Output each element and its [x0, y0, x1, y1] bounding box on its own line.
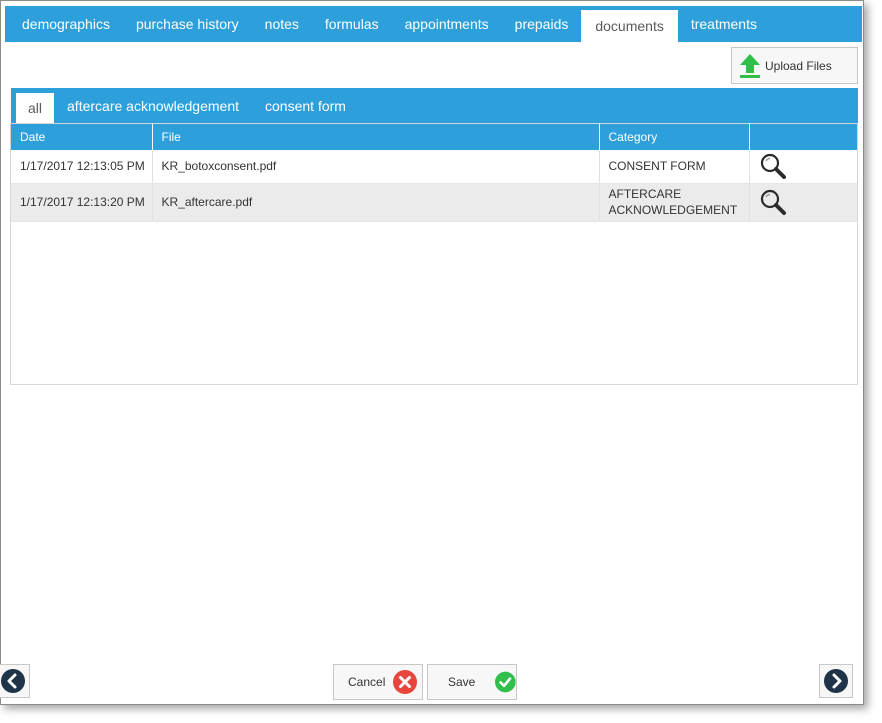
tab-purchase-history[interactable]: purchase history — [123, 6, 252, 42]
document-filter-tabs: all aftercare acknowledgement consent fo… — [11, 88, 858, 123]
subtab-consent-form[interactable]: consent form — [252, 88, 359, 123]
documents-table: Date File Category 1/17/2017 12:13:05 PM… — [11, 124, 857, 222]
next-button[interactable] — [819, 664, 853, 698]
upload-files-label: Upload Files — [765, 58, 832, 73]
table-row[interactable]: 1/17/2017 12:13:05 PM KR_botoxconsent.pd… — [11, 150, 857, 184]
magnifier-icon[interactable] — [759, 188, 787, 216]
row-file: KR_botoxconsent.pdf — [152, 150, 600, 184]
tab-appointments[interactable]: appointments — [392, 6, 502, 42]
row-date: 1/17/2017 12:13:05 PM — [11, 150, 153, 184]
client-window: demographics purchase history notes form… — [0, 0, 864, 705]
tab-formulas[interactable]: formulas — [312, 6, 392, 42]
subtab-all[interactable]: all — [16, 93, 55, 123]
upload-files-button[interactable]: Upload Files — [731, 47, 858, 84]
cancel-button[interactable]: Cancel — [333, 664, 423, 700]
tab-notes[interactable]: notes — [252, 6, 312, 42]
row-file: KR_aftercare.pdf — [152, 183, 600, 222]
checkmark-icon — [495, 671, 516, 693]
save-button[interactable]: Save — [427, 664, 517, 700]
main-tab-bar: demographics purchase history notes form… — [5, 6, 862, 42]
row-date: 1/17/2017 12:13:20 PM — [11, 183, 153, 222]
previous-button[interactable] — [0, 664, 30, 698]
tab-prepaids[interactable]: prepaids — [502, 6, 582, 42]
table-row[interactable]: 1/17/2017 12:13:20 PM KR_aftercare.pdf A… — [11, 183, 857, 222]
column-header-category[interactable]: Category — [599, 124, 750, 150]
column-header-actions — [749, 124, 857, 150]
row-category: CONSENT FORM — [599, 150, 750, 184]
magnifier-icon[interactable] — [759, 152, 787, 180]
chevron-left-icon — [1, 669, 25, 693]
save-label: Save — [448, 675, 476, 689]
documents-grid: Date File Category 1/17/2017 12:13:05 PM… — [10, 123, 858, 385]
close-icon — [393, 670, 418, 694]
column-header-file[interactable]: File — [152, 124, 600, 150]
column-header-date[interactable]: Date — [11, 124, 153, 150]
cancel-label: Cancel — [348, 675, 386, 689]
tab-demographics[interactable]: demographics — [5, 6, 123, 42]
table-header-row: Date File Category — [11, 124, 857, 150]
row-category: AFTERCARE ACKNOWLEDGEMENT — [599, 183, 750, 222]
tab-treatments[interactable]: treatments — [678, 6, 770, 42]
upload-arrow-icon — [739, 53, 761, 79]
subtab-aftercare-acknowledgement[interactable]: aftercare acknowledgement — [54, 88, 252, 123]
tab-documents[interactable]: documents — [581, 10, 678, 42]
chevron-right-icon — [824, 669, 848, 693]
